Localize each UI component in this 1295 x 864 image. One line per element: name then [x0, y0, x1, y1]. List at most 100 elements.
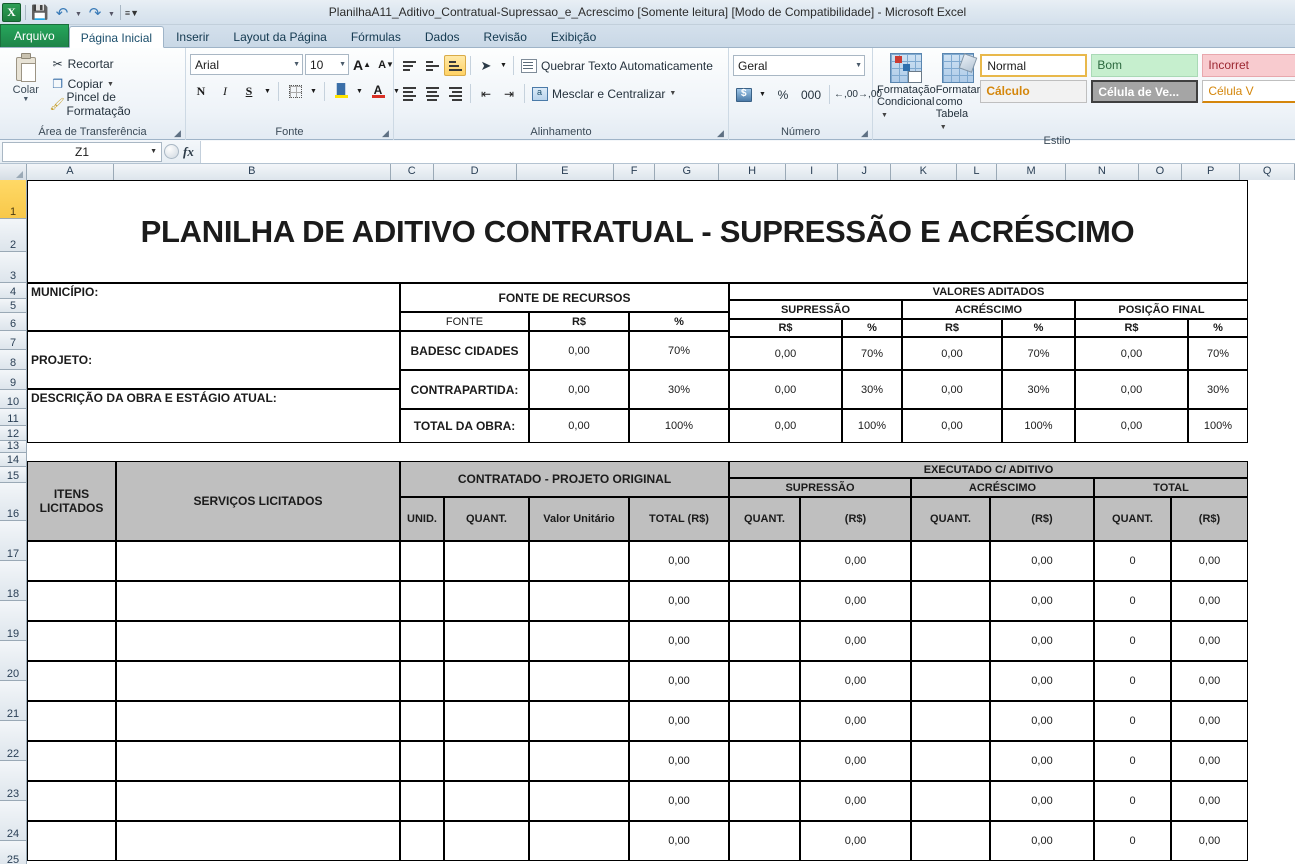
table-row-cell-unid[interactable]: [400, 701, 444, 741]
col-header-F[interactable]: F: [614, 164, 656, 180]
table-row-cell-sup-rs[interactable]: 0,00: [800, 541, 911, 581]
row-header-23[interactable]: 23: [0, 761, 27, 801]
align-center-button[interactable]: [421, 83, 443, 104]
table-row-cell-unid[interactable]: [400, 821, 444, 861]
chevron-down-icon[interactable]: ▼: [335, 61, 346, 68]
increase-font-size-button[interactable]: A ▲: [351, 54, 373, 75]
table-row-cell-acr-rs[interactable]: 0,00: [990, 661, 1094, 701]
col-header-B[interactable]: B: [113, 164, 391, 180]
table-row-cell-valor-unit[interactable]: [529, 821, 629, 861]
fill-color-dropdown-icon[interactable]: ▼: [354, 81, 365, 102]
table-row-cell-servicos[interactable]: [116, 661, 400, 701]
row-header-22[interactable]: 22: [0, 721, 27, 761]
table-row-cell-servicos[interactable]: [116, 621, 400, 661]
table-row-cell-tot-rs[interactable]: 0,00: [1171, 821, 1248, 861]
table-row-cell-sup-rs[interactable]: 0,00: [800, 581, 911, 621]
table-row-cell-valor-unit[interactable]: [529, 741, 629, 781]
table-row-cell-acr-quant[interactable]: [911, 821, 990, 861]
increase-indent-button[interactable]: ⇥: [498, 83, 520, 104]
cell-fonte-row-0-name[interactable]: BADESC CIDADES: [400, 331, 529, 370]
borders-dropdown-icon[interactable]: ▼: [308, 81, 319, 102]
table-row-cell-sup-quant[interactable]: [729, 821, 800, 861]
table-row-cell-total[interactable]: 0,00: [629, 581, 729, 621]
table-row-cell-unid[interactable]: [400, 621, 444, 661]
cell-va-r2-c3[interactable]: 100%: [1002, 409, 1075, 443]
cell-contratado-col-valor-unitario[interactable]: Valor Unitário: [529, 497, 629, 541]
cell-contratado-col-total[interactable]: TOTAL (R$): [629, 497, 729, 541]
table-row-cell-acr-quant[interactable]: [911, 741, 990, 781]
table-row-cell-tot-quant[interactable]: 0: [1094, 741, 1171, 781]
merge-center-button[interactable]: Mesclar e Centralizar ▼: [529, 83, 679, 104]
bold-button[interactable]: N: [190, 81, 212, 102]
table-row-cell-tot-quant[interactable]: 0: [1094, 821, 1171, 861]
table-row-cell-quant[interactable]: [444, 701, 529, 741]
col-header-L[interactable]: L: [956, 164, 998, 180]
table-row-cell-quant[interactable]: [444, 661, 529, 701]
table-row-cell-quant[interactable]: [444, 541, 529, 581]
row-header-14[interactable]: 14: [0, 453, 27, 467]
table-row-cell-total[interactable]: 0,00: [629, 661, 729, 701]
cell-va-group-supressao[interactable]: SUPRESSÃO: [729, 300, 902, 319]
cell-va-r1-c3[interactable]: 30%: [1002, 370, 1075, 409]
cell-va-r0-c1[interactable]: 70%: [842, 337, 902, 370]
number-format-combo[interactable]: Geral ▼: [733, 55, 865, 76]
cell-municipio-label[interactable]: MUNICÍPIO:: [27, 283, 400, 331]
table-row-cell-itens[interactable]: [27, 581, 116, 621]
table-row-cell-acr-rs[interactable]: 0,00: [990, 741, 1094, 781]
table-row-cell-tot-quant[interactable]: 0: [1094, 621, 1171, 661]
cell-va-r2-c5[interactable]: 100%: [1188, 409, 1248, 443]
row-header-7[interactable]: 7: [0, 331, 27, 350]
table-row-cell-unid[interactable]: [400, 581, 444, 621]
alignment-dialog-launcher-icon[interactable]: ◢: [715, 128, 726, 139]
table-row-c ell-acr-quant[interactable]: [911, 781, 990, 821]
row-header-17[interactable]: 17: [0, 521, 27, 561]
table-row-cell-acr-quant[interactable]: [911, 661, 990, 701]
font-dialog-launcher-icon[interactable]: ◢: [380, 128, 391, 139]
row-header-8[interactable]: 8: [0, 350, 27, 370]
tab-revisao[interactable]: Revisão: [472, 25, 539, 47]
cell-va-r0-c2[interactable]: 0,00: [902, 337, 1002, 370]
cell-va-r2-c4[interactable]: 0,00: [1075, 409, 1188, 443]
table-row-cell-acr-quant[interactable]: [911, 581, 990, 621]
conditional-formatting-button[interactable]: Formatação Condicional ▼: [877, 51, 936, 122]
cell-contratado-col-unid[interactable]: UNID.: [400, 497, 444, 541]
row-header-13[interactable]: 13: [0, 441, 27, 453]
table-row-cell-tot-quant[interactable]: 0: [1094, 581, 1171, 621]
cell-va-r1-c1[interactable]: 30%: [842, 370, 902, 409]
col-header-D[interactable]: D: [433, 164, 517, 180]
chevron-down-icon[interactable]: ▼: [289, 61, 300, 68]
chevron-down-icon[interactable]: ▼: [940, 124, 947, 131]
cell-va-group-acrescimo[interactable]: ACRÉSCIMO: [902, 300, 1075, 319]
table-row-cell-unid[interactable]: [400, 781, 444, 821]
cell-fonte-pct-header[interactable]: %: [629, 312, 729, 331]
paste-button[interactable]: Colar ▼: [4, 51, 48, 103]
percent-style-button[interactable]: %: [770, 84, 796, 105]
col-header-H[interactable]: H: [719, 164, 786, 180]
cell-fonte-de-recursos-title[interactable]: FONTE DE RECURSOS: [400, 283, 729, 312]
table-row-cell-tot-rs[interactable]: 0,00: [1171, 781, 1248, 821]
table-row-cell-itens[interactable]: [27, 701, 116, 741]
table-row-cell-acr-quant[interactable]: [911, 621, 990, 661]
table-row-cell-tot-rs[interactable]: 0,00: [1171, 541, 1248, 581]
table-row-cell-quant[interactable]: [444, 781, 529, 821]
underline-dropdown-icon[interactable]: ▼: [262, 81, 273, 102]
select-all-corner[interactable]: [0, 164, 27, 180]
cell-descricao-label[interactable]: DESCRIÇÃO DA OBRA E ESTÁGIO ATUAL:: [27, 389, 400, 443]
clipboard-dialog-launcher-icon[interactable]: ◢: [172, 128, 183, 139]
cell-fonte-row-1-name[interactable]: CONTRAPARTIDA:: [400, 370, 529, 409]
cell-fonte-row-2-pct[interactable]: 100%: [629, 409, 729, 443]
table-row-cell-acr-quant[interactable]: [911, 541, 990, 581]
orientation-dropdown-icon[interactable]: ▼: [498, 55, 509, 76]
table-row-cell-itens[interactable]: [27, 541, 116, 581]
row-header-19[interactable]: 19: [0, 601, 27, 641]
format-as-table-button[interactable]: Formatar como Tabela ▼: [936, 51, 980, 134]
underline-button[interactable]: S: [238, 81, 260, 102]
cell-va-r0-c5[interactable]: 70%: [1188, 337, 1248, 370]
col-header-J[interactable]: J: [838, 164, 892, 180]
row-header-5[interactable]: 5: [0, 299, 27, 313]
row-header-6[interactable]: 6: [0, 313, 27, 331]
table-row-cell-tot-rs[interactable]: 0,00: [1171, 621, 1248, 661]
cell-va-r1-c2[interactable]: 0,00: [902, 370, 1002, 409]
tab-formulas[interactable]: Fórmulas: [339, 25, 413, 47]
orientation-button[interactable]: ➤: [475, 55, 497, 76]
